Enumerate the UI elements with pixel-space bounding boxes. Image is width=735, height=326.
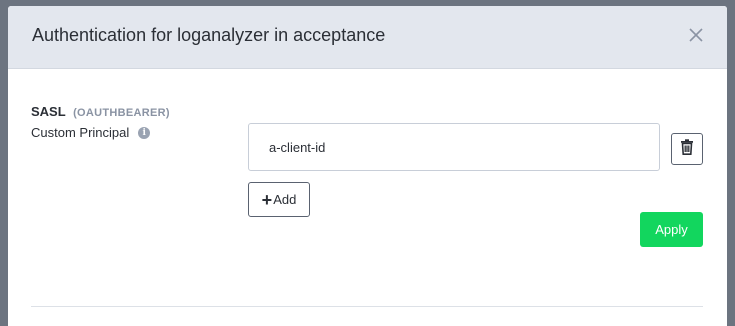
apply-button[interactable]: Apply [640,212,703,247]
info-icon[interactable]: i [138,126,151,139]
modal-divider [31,306,703,307]
backdrop [0,298,8,312]
modal-header: Authentication for loganalyzer in accept… [8,6,727,69]
close-icon[interactable] [687,26,705,44]
custom-principal-label-row: Custom Principal i [31,125,151,140]
sasl-mechanism: (OAUTHBEARER) [73,107,170,119]
modal-title: Authentication for loganalyzer in accept… [32,25,386,45]
auth-modal: Authentication for loganalyzer in accept… [8,6,727,326]
principal-input[interactable] [248,123,660,171]
add-principal-button[interactable]: + Add [248,182,310,217]
custom-principal-label: Custom Principal [31,125,130,140]
trash-icon [680,138,694,160]
auth-type-label: SASL [31,104,66,119]
add-button-label: Add [273,192,297,207]
plus-icon: + [261,189,273,210]
sasl-label: SASL (OAUTHBEARER) [31,104,170,119]
delete-principal-button[interactable] [671,133,703,165]
